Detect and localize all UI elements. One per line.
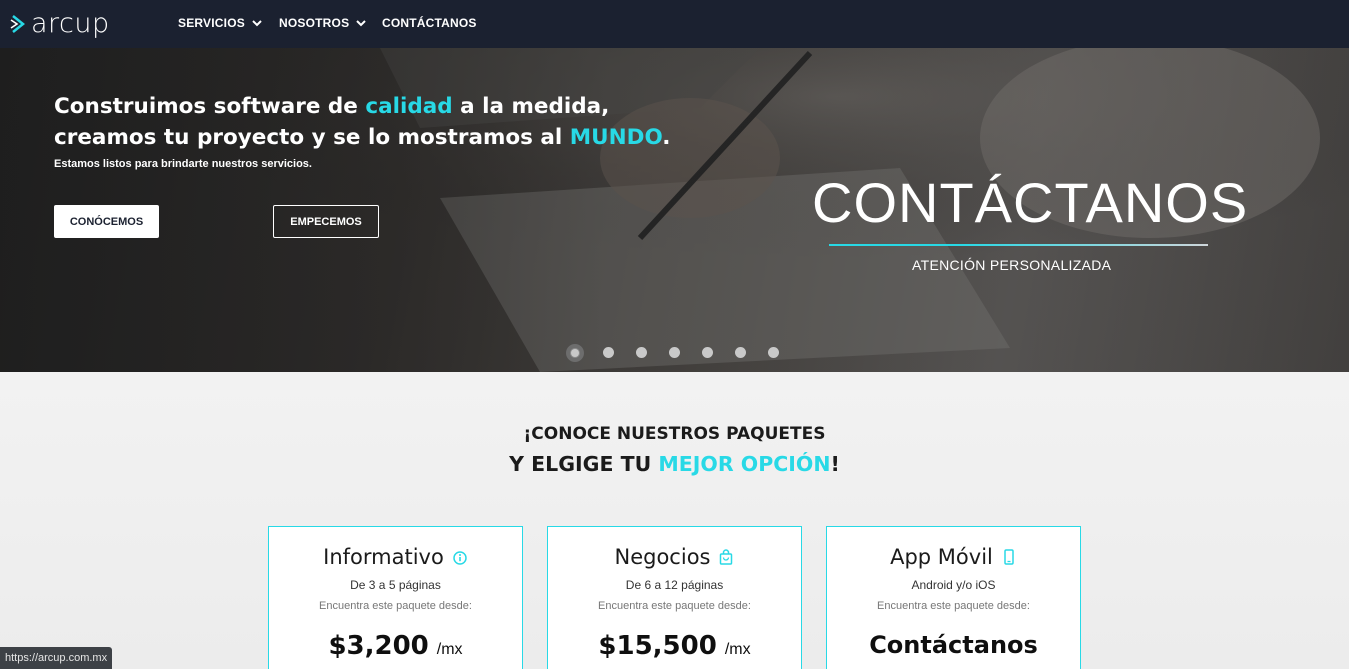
nav-label-nosotros: NOSOTROS bbox=[279, 16, 350, 30]
chevron-down-icon bbox=[252, 20, 262, 27]
carousel-dot[interactable] bbox=[603, 347, 614, 358]
carousel-dot[interactable] bbox=[735, 347, 746, 358]
nav-label-contactanos: CONTÁCTANOS bbox=[382, 16, 477, 30]
package-pages: De 3 a 5 páginas bbox=[350, 578, 441, 592]
hero-headline: Construimos software de calidad a la med… bbox=[54, 91, 714, 153]
package-title: Informativo bbox=[269, 545, 522, 569]
package-find-text: Encuentra este paquete desde: bbox=[598, 600, 751, 612]
slide-heading: CONTÁCTANOS bbox=[812, 171, 1249, 234]
package-price-unit: /mx bbox=[436, 641, 463, 658]
packages-heading-line2-a: Y ELGIGE TU bbox=[509, 452, 659, 476]
hero-headline-part3: . bbox=[662, 125, 671, 150]
conocemos-button[interactable]: CONÓCEMOS bbox=[54, 205, 159, 238]
hero-headline-highlight-calidad: calidad bbox=[365, 94, 453, 119]
package-card-negocios[interactable]: Negocios De 6 a 12 páginas Encuentra est… bbox=[547, 526, 802, 669]
package-title-text: Negocios bbox=[614, 545, 711, 569]
carousel-dot[interactable] bbox=[768, 347, 779, 358]
package-title-text: App Móvil bbox=[890, 545, 993, 569]
logo-chevron-icon bbox=[10, 15, 26, 33]
shopping-bag-icon bbox=[720, 549, 733, 565]
package-price-amount: $15,500 bbox=[598, 631, 717, 661]
hero-carousel: Construimos software de calidad a la med… bbox=[0, 48, 1349, 372]
nav-item-nosotros[interactable]: NOSOTROS bbox=[279, 16, 366, 30]
carousel-dot[interactable] bbox=[636, 347, 647, 358]
package-pages: De 6 a 12 páginas bbox=[625, 578, 724, 592]
package-find-text: Encuentra este paquete desde: bbox=[877, 600, 1030, 612]
package-price: $3,200 /mx bbox=[269, 631, 522, 661]
package-card-app-movil[interactable]: App Móvil Android y/o iOS Encuentra este… bbox=[826, 526, 1081, 669]
package-title: App Móvil bbox=[827, 545, 1080, 569]
package-price: Contáctanos bbox=[827, 631, 1080, 659]
package-title-text: Informativo bbox=[323, 545, 444, 569]
empecemos-button[interactable]: EMPECEMOS bbox=[273, 205, 379, 238]
nav-label-servicios: SERVICIOS bbox=[178, 16, 245, 30]
hero-headline-part1: Construimos software de bbox=[54, 94, 366, 119]
carousel-dot[interactable] bbox=[669, 347, 680, 358]
slide-divider bbox=[829, 244, 1208, 246]
slide-subheading: ATENCIÓN PERSONALIZADA bbox=[912, 257, 1112, 273]
brand-logo[interactable]: arcup bbox=[10, 9, 110, 39]
logo-text: arcup bbox=[31, 8, 110, 39]
package-price-unit: /mx bbox=[724, 641, 751, 658]
package-title: Negocios bbox=[548, 545, 801, 569]
top-navbar: arcup SERVICIOS NOSOTROS CONTÁCTANOS bbox=[0, 0, 1349, 48]
carousel-dot[interactable] bbox=[702, 347, 713, 358]
package-price: $15,500 /mx bbox=[548, 631, 801, 661]
mobile-phone-icon bbox=[1004, 549, 1014, 565]
packages-section: ¡CONOCE NUESTROS PAQUETES Y ELGIGE TU ME… bbox=[0, 372, 1349, 669]
hero-subtitle: Estamos listos para brindarte nuestros s… bbox=[54, 158, 312, 170]
packages-heading-line1: ¡CONOCE NUESTROS PAQUETES bbox=[523, 424, 826, 444]
chevron-down-icon bbox=[356, 20, 366, 27]
status-bar-url: https://arcup.com.mx bbox=[0, 647, 113, 669]
nav-item-servicios[interactable]: SERVICIOS bbox=[178, 16, 262, 30]
package-card-informativo[interactable]: Informativo De 3 a 5 páginas Encuentra e… bbox=[268, 526, 523, 669]
packages-heading-line2: Y ELGIGE TU MEJOR OPCIÓN! bbox=[0, 452, 1349, 476]
package-platforms: Android y/o iOS bbox=[911, 578, 996, 592]
package-contact-cta[interactable]: Contáctanos bbox=[869, 631, 1038, 659]
hero-headline-highlight-mundo: MUNDO bbox=[569, 125, 663, 150]
package-find-text: Encuentra este paquete desde: bbox=[319, 600, 472, 612]
package-price-amount: $3,200 bbox=[328, 631, 429, 661]
nav-item-contactanos[interactable]: CONTÁCTANOS bbox=[382, 16, 477, 30]
packages-heading-line2-b: ! bbox=[830, 452, 840, 476]
carousel-dot[interactable] bbox=[566, 344, 584, 362]
packages-heading-highlight: MEJOR OPCIÓN bbox=[658, 452, 831, 476]
info-circle-icon bbox=[453, 551, 467, 565]
